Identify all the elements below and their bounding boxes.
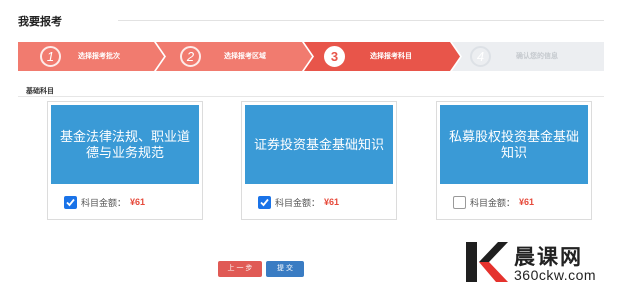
step-1-label: 选择报考批次 — [78, 53, 120, 60]
section-divider — [18, 96, 604, 97]
subject-card[interactable]: 证券投资基金基础知识 科目金额： ¥61 — [241, 101, 397, 220]
subject-checkbox[interactable] — [64, 195, 77, 209]
step-2-number: 2 — [180, 46, 201, 67]
section-label: 基础科目 — [26, 88, 54, 95]
fee-label: 科目金额： — [470, 197, 516, 208]
subject-fee-row: 科目金额： ¥61 — [64, 194, 145, 210]
check-icon — [260, 198, 269, 206]
fee-label: 科目金额： — [81, 197, 127, 208]
check-icon — [66, 198, 75, 206]
subject-fee-row: 科目金额： ¥61 — [258, 194, 339, 210]
step-1-number: 1 — [40, 46, 61, 67]
title-divider — [118, 20, 604, 21]
subject-card[interactable]: 私募股权投资基金基础知识 科目金额： ¥61 — [436, 101, 592, 220]
logo-k-icon — [466, 242, 508, 282]
submit-button[interactable]: 提 交 — [266, 261, 304, 277]
page-title: 我要报考 — [18, 16, 62, 28]
step-3-label: 选择报考科目 — [370, 53, 412, 60]
subject-card[interactable]: 基金法律法规、职业道德与业务规范 科目金额： ¥61 — [47, 101, 203, 220]
subject-checkbox[interactable] — [258, 195, 271, 209]
step-3-number: 3 — [324, 46, 345, 67]
fee-value: ¥61 — [519, 197, 535, 207]
watermark-domain: 360ckw.com — [514, 267, 597, 283]
fee-label: 科目金额： — [275, 197, 321, 208]
subject-checkbox[interactable] — [453, 195, 466, 209]
subject-name: 基金法律法规、职业道德与业务规范 — [51, 105, 199, 184]
subject-name: 私募股权投资基金基础知识 — [440, 105, 588, 184]
fee-value: ¥61 — [130, 197, 146, 207]
fee-value: ¥61 — [324, 197, 340, 207]
prev-step-button[interactable]: 上 一 步 — [218, 261, 262, 277]
subject-name: 证券投资基金基础知识 — [245, 105, 393, 184]
step-2-label: 选择报考区域 — [224, 53, 266, 60]
step-4-label: 确认您的信息 — [516, 53, 558, 60]
step-progress-bar: 1 选择报考批次 2 选择报考区域 3 选择报考科目 4 确认您的信息 — [18, 42, 604, 71]
watermark: 晨课网 360ckw.com — [462, 238, 612, 288]
step-4-number: 4 — [470, 46, 491, 67]
subject-fee-row: 科目金额： ¥61 — [453, 194, 534, 210]
